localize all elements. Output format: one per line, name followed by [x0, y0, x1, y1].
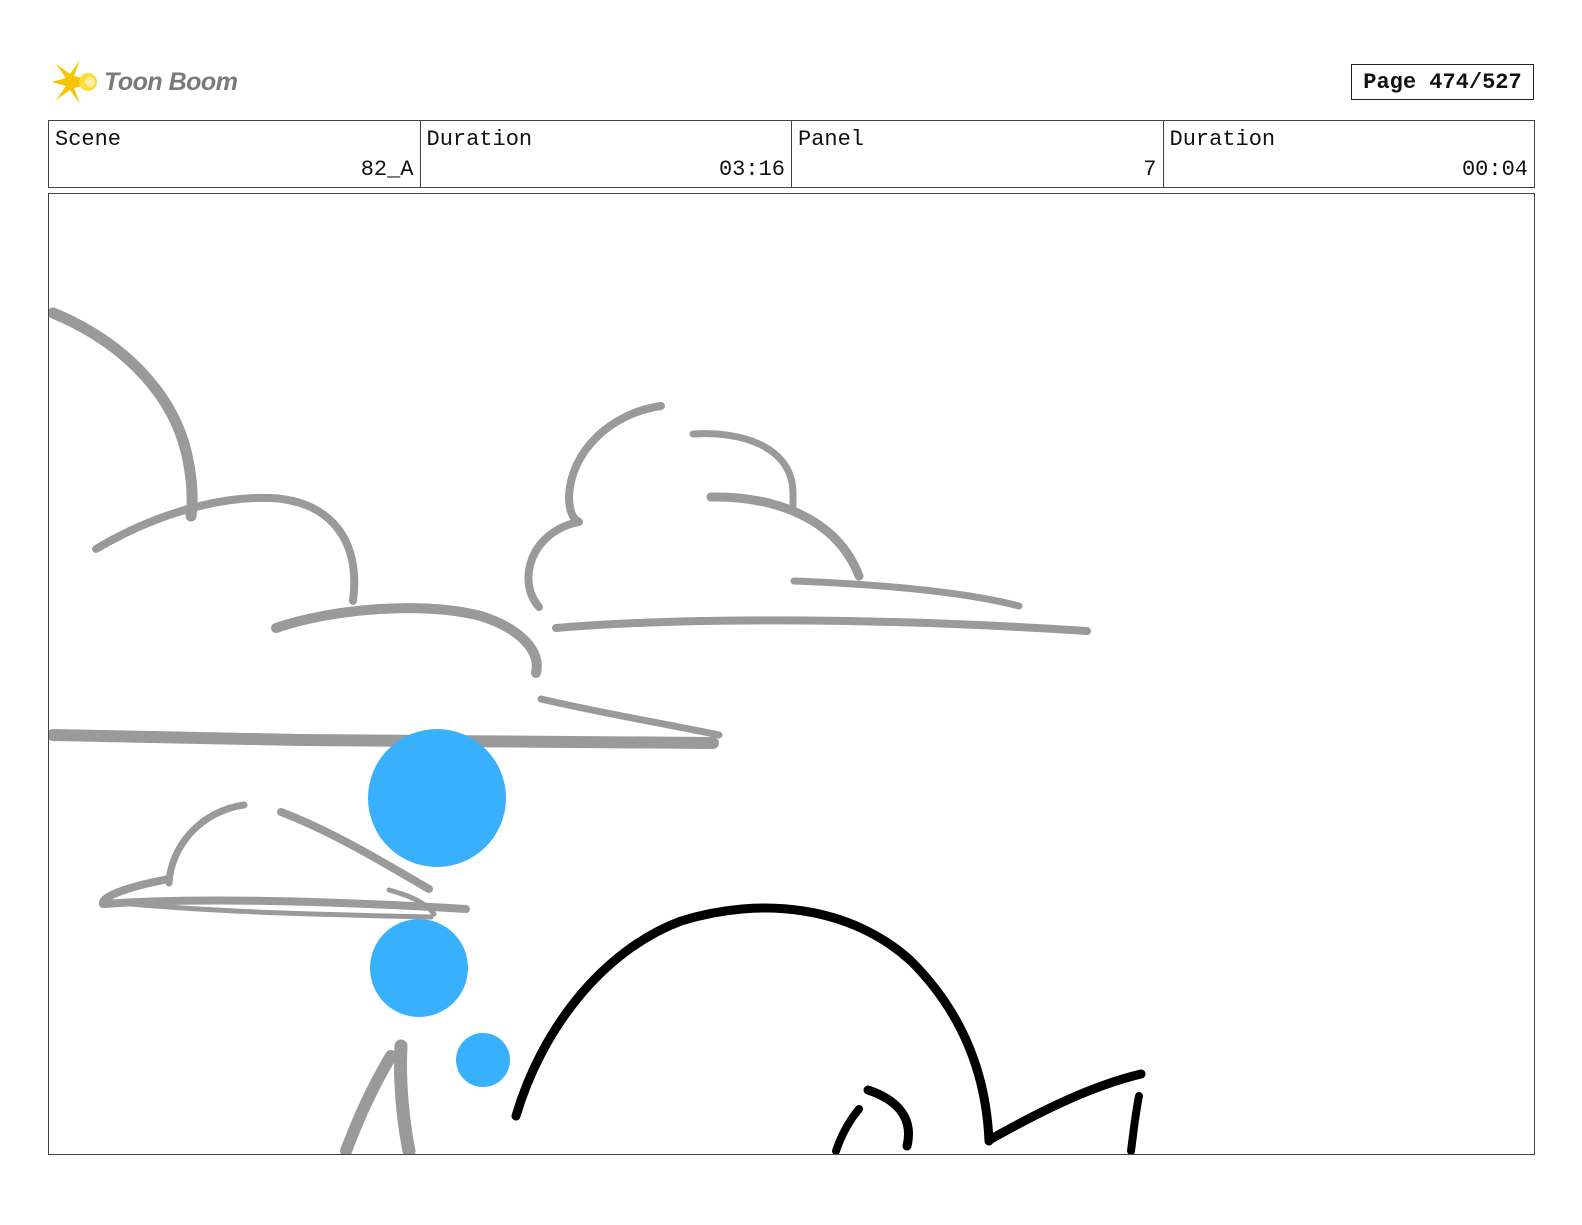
panel-duration-label: Duration — [1169, 127, 1276, 152]
logo-text: Toon Boom — [104, 67, 238, 96]
panel-duration-cell: Duration 00:04 — [1164, 121, 1535, 187]
scene-cell: Scene 82_A — [49, 121, 421, 187]
scene-duration-value: 03:16 — [718, 157, 785, 182]
panel-label: Panel — [798, 127, 865, 152]
scene-label: Scene — [55, 127, 122, 152]
scene-duration-cell: Duration 03:16 — [421, 121, 792, 187]
toon-boom-logo: Toon Boom — [50, 56, 250, 108]
panel-cell: Panel 7 — [792, 121, 1164, 187]
panel-value: 7 — [1143, 157, 1157, 182]
panel-duration-value: 00:04 — [1461, 157, 1528, 182]
starburst-logo-icon — [52, 60, 98, 104]
clouds — [49, 307, 1091, 1154]
scene-duration-label: Duration — [426, 127, 533, 152]
panel-drawing — [49, 307, 1146, 1154]
panel-info-bar: Scene 82_A Duration 03:16 Panel 7 Durati… — [48, 120, 1535, 188]
character-outline — [511, 903, 1146, 1154]
storyboard-panel-image — [48, 193, 1535, 1155]
page-indicator: Page 474/527 — [1351, 64, 1534, 100]
scene-value: 82_A — [360, 157, 414, 182]
